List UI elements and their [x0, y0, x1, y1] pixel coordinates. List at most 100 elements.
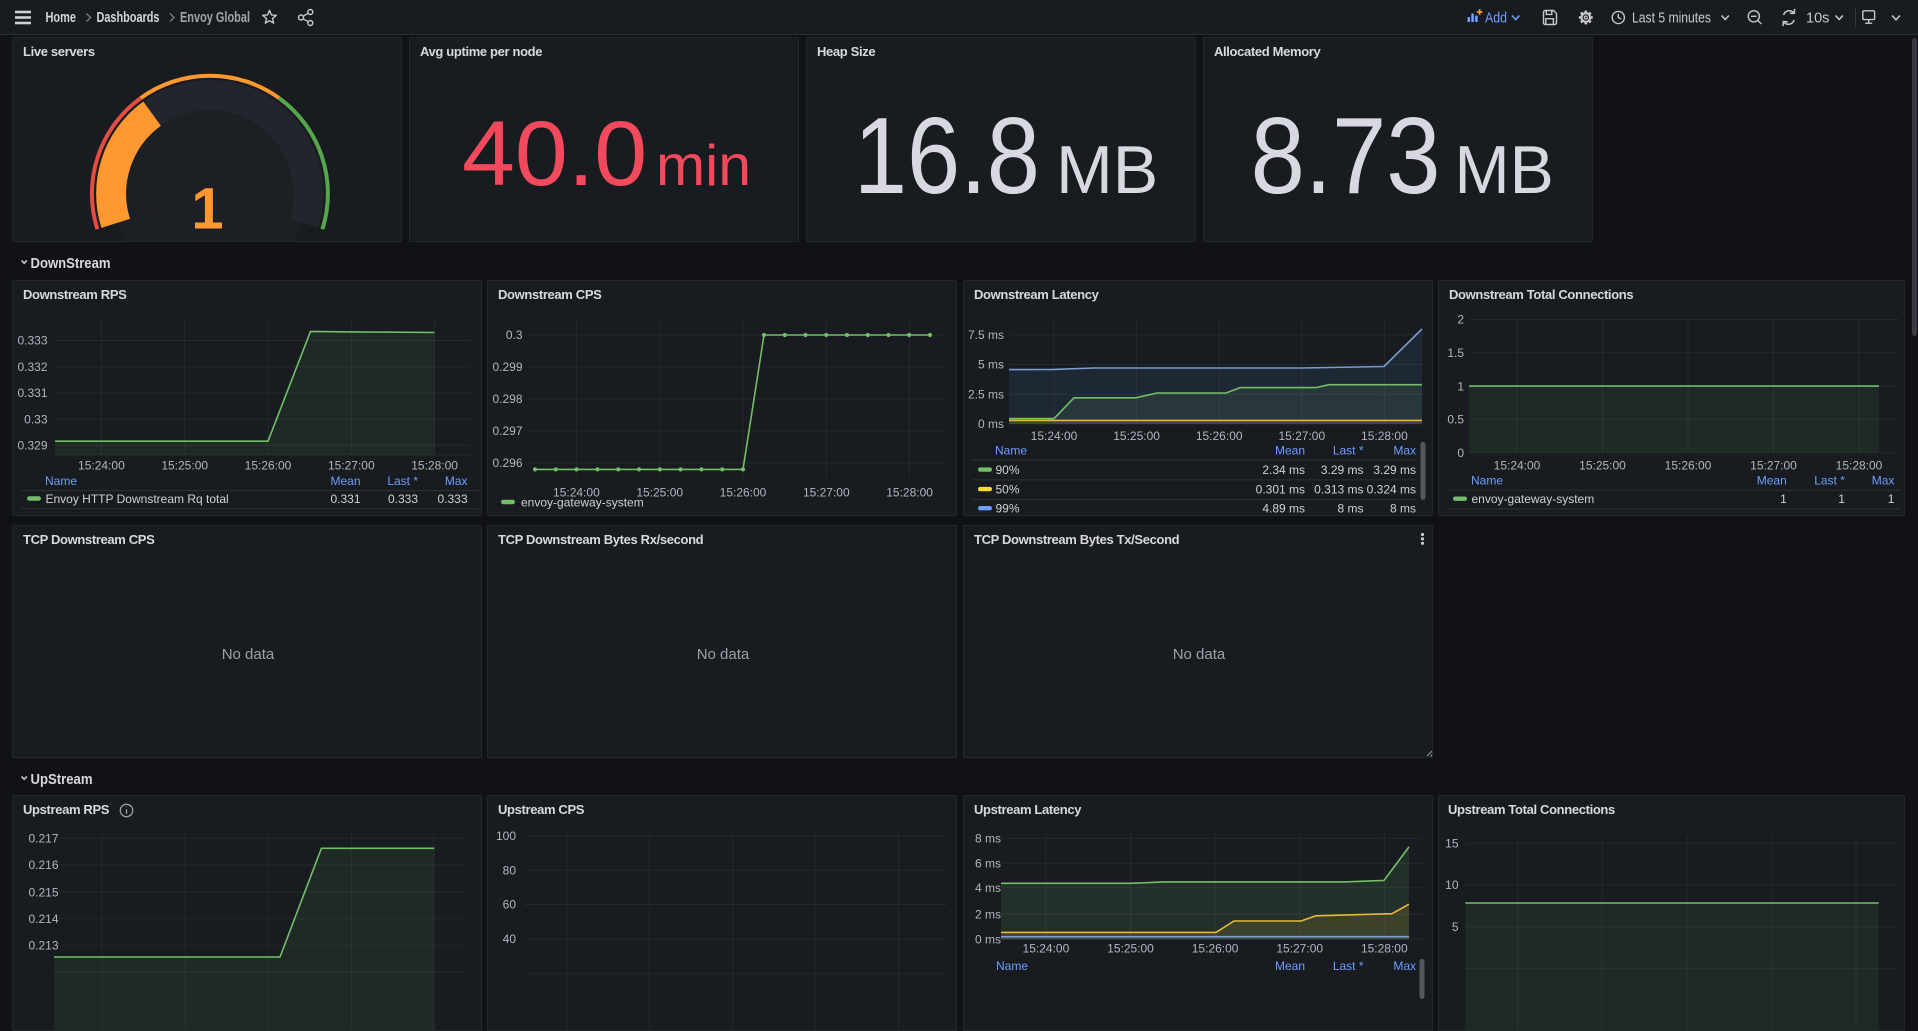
svg-text:15:24:00: 15:24:00 — [78, 459, 125, 473]
svg-text:0.296: 0.296 — [492, 456, 522, 470]
svg-text:DownStream: DownStream — [31, 255, 111, 272]
svg-text:0.333: 0.333 — [17, 334, 47, 348]
svg-text:MB: MB — [1455, 132, 1554, 208]
svg-text:15:27:00: 15:27:00 — [328, 459, 375, 473]
svg-text:Dashboards: Dashboards — [97, 10, 160, 26]
svg-text:80: 80 — [503, 863, 517, 877]
svg-text:0.297: 0.297 — [492, 424, 522, 438]
svg-text:15:28:00: 15:28:00 — [1836, 459, 1883, 473]
svg-text:1: 1 — [1888, 492, 1895, 506]
svg-text:0.313 ms: 0.313 ms — [1314, 482, 1363, 496]
svg-text:15:26:00: 15:26:00 — [245, 459, 292, 473]
svg-text:Mean: Mean — [1757, 474, 1787, 488]
svg-text:15:25:00: 15:25:00 — [1579, 459, 1626, 473]
svg-text:10: 10 — [1445, 878, 1459, 892]
svg-text:Max: Max — [1393, 959, 1416, 973]
svg-text:1: 1 — [1780, 492, 1787, 506]
svg-text:6 ms: 6 ms — [975, 857, 1001, 871]
svg-text:5 ms: 5 ms — [978, 358, 1004, 372]
svg-text:0.332: 0.332 — [17, 360, 47, 374]
svg-text:60: 60 — [503, 898, 517, 912]
svg-text:5: 5 — [1452, 920, 1459, 934]
svg-text:0.331: 0.331 — [17, 386, 47, 400]
svg-text:4.89 ms: 4.89 ms — [1262, 502, 1305, 516]
svg-text:8 ms: 8 ms — [1390, 502, 1416, 516]
svg-text:2: 2 — [1457, 313, 1464, 327]
svg-text:1: 1 — [1457, 379, 1464, 393]
svg-text:0.5: 0.5 — [1447, 413, 1464, 427]
svg-text:0.324 ms: 0.324 ms — [1367, 482, 1416, 496]
svg-text:min: min — [656, 134, 751, 198]
svg-text:Last *: Last * — [1814, 474, 1845, 488]
svg-text:15:24:00: 15:24:00 — [1023, 941, 1070, 955]
svg-text:0.333: 0.333 — [388, 492, 418, 506]
svg-text:Max: Max — [1872, 474, 1895, 488]
svg-text:4 ms: 4 ms — [975, 881, 1001, 895]
svg-text:0.299: 0.299 — [492, 360, 522, 374]
svg-text:99%: 99% — [996, 502, 1020, 516]
svg-text:1: 1 — [1838, 492, 1845, 506]
svg-text:40: 40 — [503, 932, 517, 946]
svg-text:1: 1 — [191, 177, 223, 242]
svg-text:Mean: Mean — [1275, 959, 1305, 973]
svg-text:0 ms: 0 ms — [975, 932, 1001, 946]
svg-text:15:24:00: 15:24:00 — [1031, 429, 1078, 443]
svg-text:7.5 ms: 7.5 ms — [968, 328, 1004, 342]
svg-text:Name: Name — [995, 443, 1027, 457]
svg-text:15:24:00: 15:24:00 — [1494, 459, 1541, 473]
svg-text:15:28:00: 15:28:00 — [886, 486, 933, 500]
svg-text:0.301 ms: 0.301 ms — [1256, 482, 1305, 496]
svg-text:3.29 ms: 3.29 ms — [1373, 463, 1416, 477]
svg-text:Mean: Mean — [330, 474, 360, 488]
svg-text:15:25:00: 15:25:00 — [161, 459, 208, 473]
svg-text:0.331: 0.331 — [330, 492, 360, 506]
svg-text:15:27:00: 15:27:00 — [1278, 429, 1325, 443]
svg-text:50%: 50% — [996, 482, 1020, 496]
svg-text:0.217: 0.217 — [28, 831, 58, 845]
svg-text:15:26:00: 15:26:00 — [720, 486, 767, 500]
svg-text:15:28:00: 15:28:00 — [1361, 941, 1408, 955]
svg-text:Last *: Last * — [1333, 443, 1364, 457]
svg-text:MB: MB — [1056, 132, 1158, 208]
svg-text:Name: Name — [45, 474, 77, 488]
svg-text:15:25:00: 15:25:00 — [1107, 941, 1154, 955]
svg-text:envoy-gateway-system: envoy-gateway-system — [521, 495, 644, 509]
svg-text:15:25:00: 15:25:00 — [1113, 429, 1160, 443]
svg-text:16.8: 16.8 — [854, 95, 1040, 216]
svg-text:Mean: Mean — [1275, 443, 1305, 457]
svg-text:Envoy Global: Envoy Global — [180, 10, 250, 26]
svg-text:No data: No data — [222, 646, 275, 663]
svg-text:90%: 90% — [996, 463, 1020, 477]
svg-text:Last *: Last * — [1333, 959, 1364, 973]
svg-text:15:28:00: 15:28:00 — [1361, 429, 1408, 443]
svg-text:15:26:00: 15:26:00 — [1196, 429, 1243, 443]
svg-text:15:28:00: 15:28:00 — [411, 459, 458, 473]
svg-text:15: 15 — [1445, 837, 1459, 851]
svg-text:10s: 10s — [1806, 11, 1829, 27]
svg-text:15:27:00: 15:27:00 — [1276, 941, 1323, 955]
svg-text:15:27:00: 15:27:00 — [803, 486, 850, 500]
svg-text:Max: Max — [445, 474, 468, 488]
svg-text:0.213: 0.213 — [28, 939, 58, 953]
svg-text:3.29 ms: 3.29 ms — [1321, 463, 1364, 477]
svg-text:15:27:00: 15:27:00 — [1750, 459, 1797, 473]
svg-text:15:26:00: 15:26:00 — [1665, 459, 1712, 473]
svg-text:UpStream: UpStream — [31, 771, 93, 788]
svg-text:Add: Add — [1485, 11, 1507, 27]
svg-text:0.216: 0.216 — [28, 858, 58, 872]
svg-text:2 ms: 2 ms — [975, 908, 1001, 922]
svg-text:Name: Name — [996, 959, 1028, 973]
svg-text:Envoy HTTP Downstream Rq total: Envoy HTTP Downstream Rq total — [46, 492, 229, 506]
svg-text:Last *: Last * — [387, 474, 418, 488]
svg-text:0 ms: 0 ms — [978, 417, 1004, 431]
svg-text:0.298: 0.298 — [492, 392, 522, 406]
svg-text:8 ms: 8 ms — [975, 832, 1001, 846]
svg-text:No data: No data — [697, 646, 750, 663]
svg-text:Name: Name — [1471, 474, 1503, 488]
svg-text:0: 0 — [1457, 446, 1464, 460]
svg-text:15:26:00: 15:26:00 — [1192, 941, 1239, 955]
svg-text:40.0: 40.0 — [462, 103, 647, 205]
svg-text:8.73: 8.73 — [1251, 95, 1441, 216]
svg-text:Last 5 minutes: Last 5 minutes — [1632, 11, 1711, 27]
svg-text:2.5 ms: 2.5 ms — [968, 388, 1004, 402]
